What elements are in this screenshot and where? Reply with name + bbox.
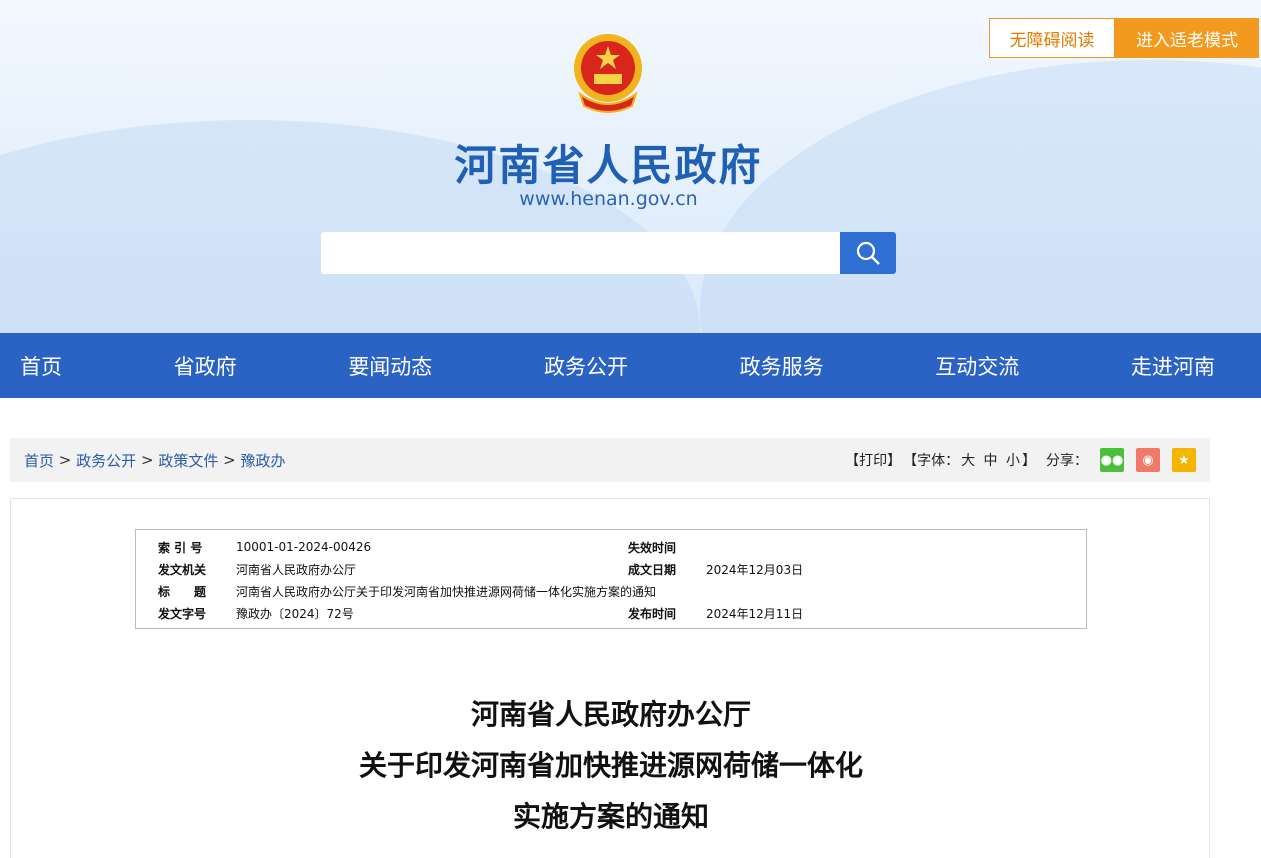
breadcrumb-separator: >	[140, 451, 154, 469]
page-tools: 【打印】 【字体： 大 中 小 】 分享： ●● ◉ ★	[845, 448, 1196, 472]
font-bracket: 】	[1022, 453, 1036, 469]
wechat-share-icon[interactable]: ●●	[1100, 448, 1124, 472]
nav-news[interactable]: 要闻动态	[348, 351, 432, 381]
accessibility-button[interactable]: 无障碍阅读	[989, 18, 1115, 58]
nav-about-henan[interactable]: 走进河南	[1131, 351, 1215, 381]
print-button[interactable]: 【打印】	[845, 450, 901, 470]
breadcrumb-yuzhengban[interactable]: 豫政办	[240, 450, 285, 471]
document-title-line: 河南省人民政府办公厅	[470, 698, 751, 731]
font-label: 【字体：	[903, 453, 960, 469]
nav-interaction[interactable]: 互动交流	[935, 351, 1019, 381]
document-title-line: 实施方案的通知	[512, 800, 709, 833]
weibo-share-icon[interactable]: ◉	[1136, 448, 1160, 472]
document-metadata-table: 索 引 号 10001-01-2024-00426 失效时间 发文机关 河南省人民政府…	[135, 529, 1087, 629]
qzone-share-icon[interactable]: ★	[1172, 448, 1196, 472]
date-label: 成文日期	[628, 562, 677, 577]
issuer-value: 河南省人民政府办公厅	[236, 562, 357, 577]
breadcrumb: 首页 > 政务公开 > 政策文件 > 豫政办 【打印】 【字体： 大 中 小 】…	[10, 438, 1210, 482]
breadcrumb-separator: >	[223, 451, 236, 469]
site-header: 河南省人民政府 www.henan.gov.cn 无障碍阅读 进入适老模式	[0, 0, 1261, 333]
nav-services[interactable]: 政务服务	[740, 351, 824, 381]
share-label: 分享：	[1046, 453, 1088, 469]
breadcrumb-separator: >	[58, 451, 72, 469]
title-value: 河南省人民政府办公厅关于印发河南省加快推进源网荷储一体化实施方案的通知	[236, 584, 657, 599]
main-nav: 首页 省政府 要闻动态 政务公开 政务服务 互动交流 走进河南	[0, 333, 1261, 398]
docno-value: 豫政办〔2024〕72号	[236, 606, 354, 621]
article-content: 索 引 号 10001-01-2024-00426 失效时间 发文机关 河南省人民政府…	[10, 498, 1210, 858]
docno-label: 发文字号	[158, 606, 207, 621]
search-button[interactable]	[840, 232, 896, 274]
national-emblem-icon	[574, 34, 642, 113]
breadcrumb-home[interactable]: 首页	[24, 450, 54, 471]
search-input[interactable]	[321, 232, 841, 274]
expire-label: 失效时间	[628, 540, 677, 555]
font-large-button[interactable]: 大	[961, 450, 975, 470]
site-title: 河南省人民政府	[454, 141, 763, 190]
nav-gov-affairs[interactable]: 政务公开	[544, 351, 628, 381]
elder-mode-button[interactable]: 进入适老模式	[1115, 18, 1259, 58]
title-label: 标 题	[158, 584, 207, 599]
search-icon	[856, 241, 880, 265]
breadcrumb-gov-affairs[interactable]: 政务公开	[76, 450, 136, 471]
date-value: 2024年12月03日	[706, 562, 804, 577]
font-small-button[interactable]: 小	[1006, 450, 1020, 470]
publish-label: 发布时间	[628, 606, 677, 621]
nav-home[interactable]: 首页	[20, 351, 62, 381]
document-title-line: 关于印发河南省加快推进源网荷储一体化	[358, 749, 863, 782]
site-url[interactable]: www.henan.gov.cn	[0, 188, 1217, 210]
document-title: 河南省人民政府办公厅 关于印发河南省加快推进源网荷储一体化 实施方案的通知	[11, 689, 1211, 842]
index-label: 索 引 号	[158, 540, 203, 555]
breadcrumb-policy[interactable]: 政策文件	[158, 450, 218, 471]
nav-province-gov[interactable]: 省政府	[174, 351, 237, 381]
font-medium-button[interactable]: 中	[984, 450, 998, 470]
publish-value: 2024年12月11日	[706, 606, 804, 621]
issuer-label: 发文机关	[158, 562, 207, 577]
index-value: 10001-01-2024-00426	[236, 540, 372, 554]
